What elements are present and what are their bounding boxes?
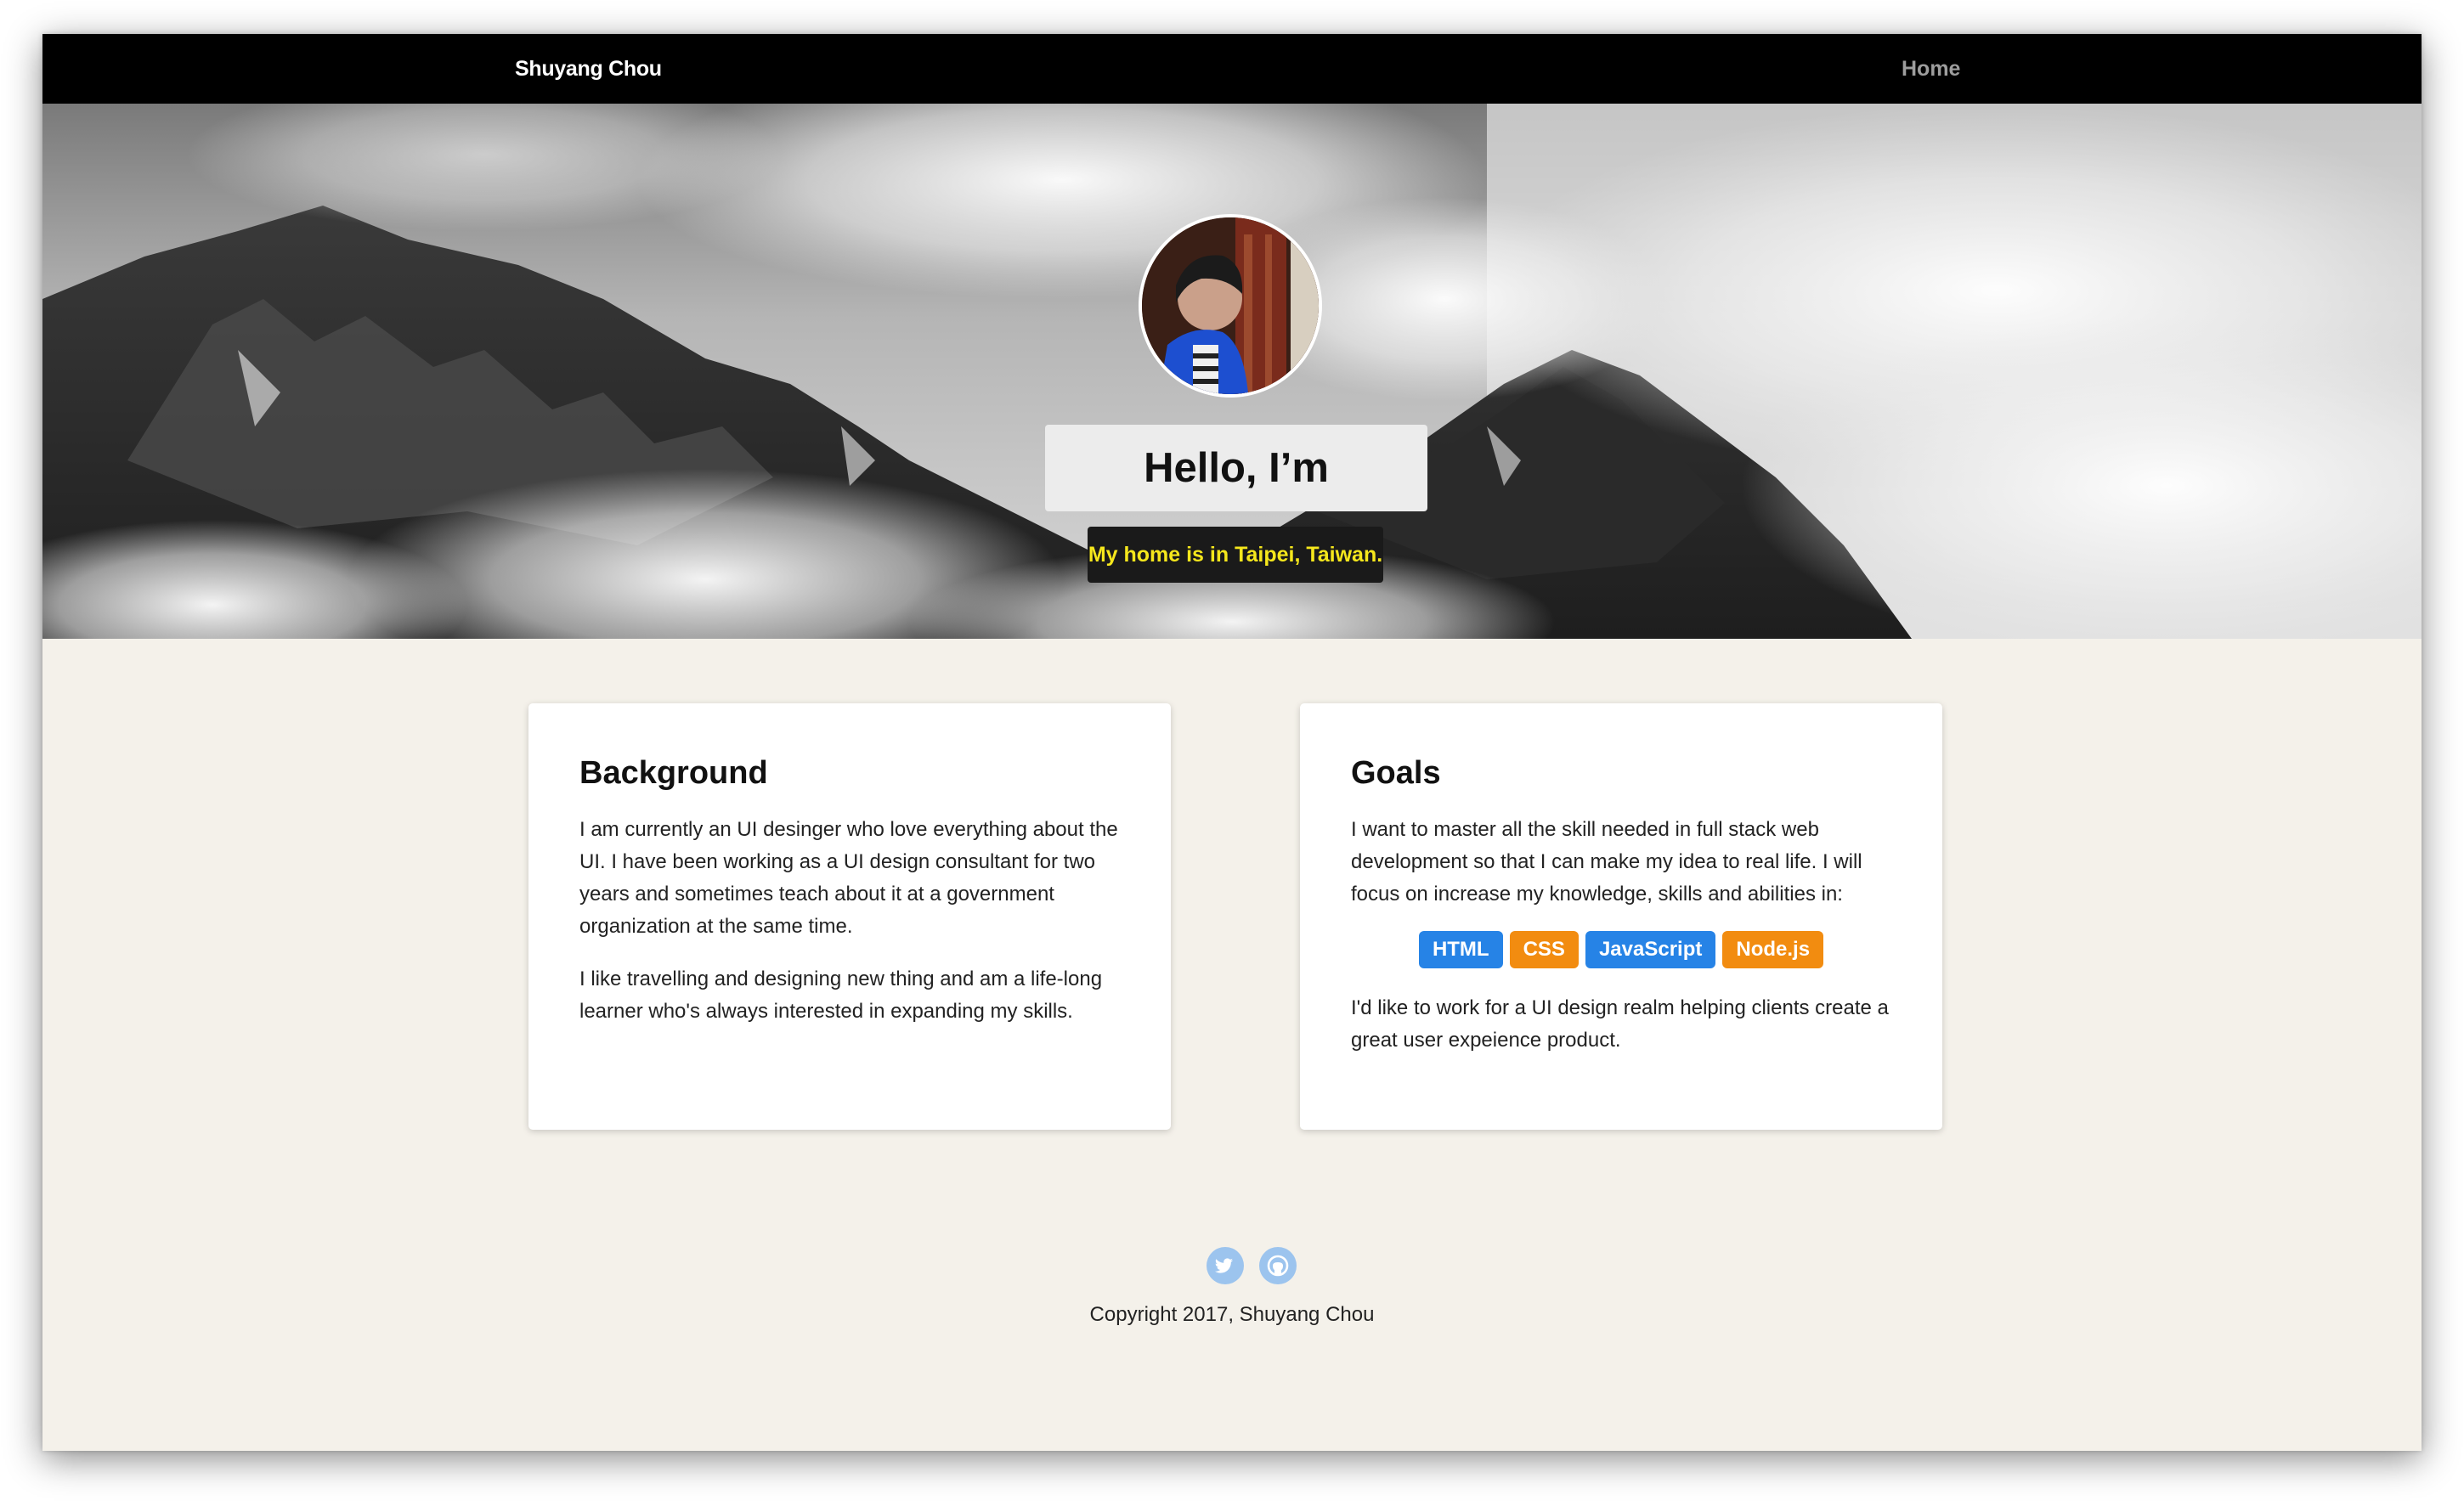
background-paragraph: I am currently an UI desinger who love e… [579,818,1118,938]
background-paragraph: I like travelling and designing new thin… [579,968,1103,1023]
skill-tag-css: CSS [1509,931,1579,968]
copyright-text: Copyright 2017, Shuyang Chou [1089,1303,1375,1326]
goals-heading: Goals [1351,755,1441,791]
goals-intro: I want to master all the skill needed in… [1351,818,1862,906]
brand-link[interactable]: Shuyang Chou [515,34,662,104]
goals-outro: I'd like to work for a UI design realm h… [1351,996,1889,1052]
skill-tags: HTML CSS JavaScript Node.js [1351,931,1891,968]
twitter-icon [1215,1258,1233,1273]
twitter-link[interactable] [1207,1247,1244,1284]
hero-banner: Hello, I’m Shuyang. My home is in Taipei… [42,104,2422,639]
background-heading: Background [579,755,768,791]
skill-tag-nodejs: Node.js [1722,931,1824,968]
github-icon [1267,1255,1289,1277]
profile-avatar [1139,214,1322,398]
github-link[interactable] [1259,1247,1297,1284]
hero-subtitle: My home is in Taipei, Taiwan. [1088,527,1383,583]
hero-title: Hello, I’m Shuyang. [1045,425,1427,578]
skill-tag-javascript: JavaScript [1585,931,1716,968]
navbar: Shuyang Chou Home [42,34,2422,104]
browser-page: Shuyang Chou Home Hello, I’m My home is … [42,34,2422,1451]
goals-card: Goals I want to master all the skill nee… [1300,703,1942,1130]
skill-tag-html: HTML [1418,931,1503,968]
nav-link-home[interactable]: Home [1902,34,1960,104]
background-card: Background I am currently an UI desinger… [528,703,1171,1130]
